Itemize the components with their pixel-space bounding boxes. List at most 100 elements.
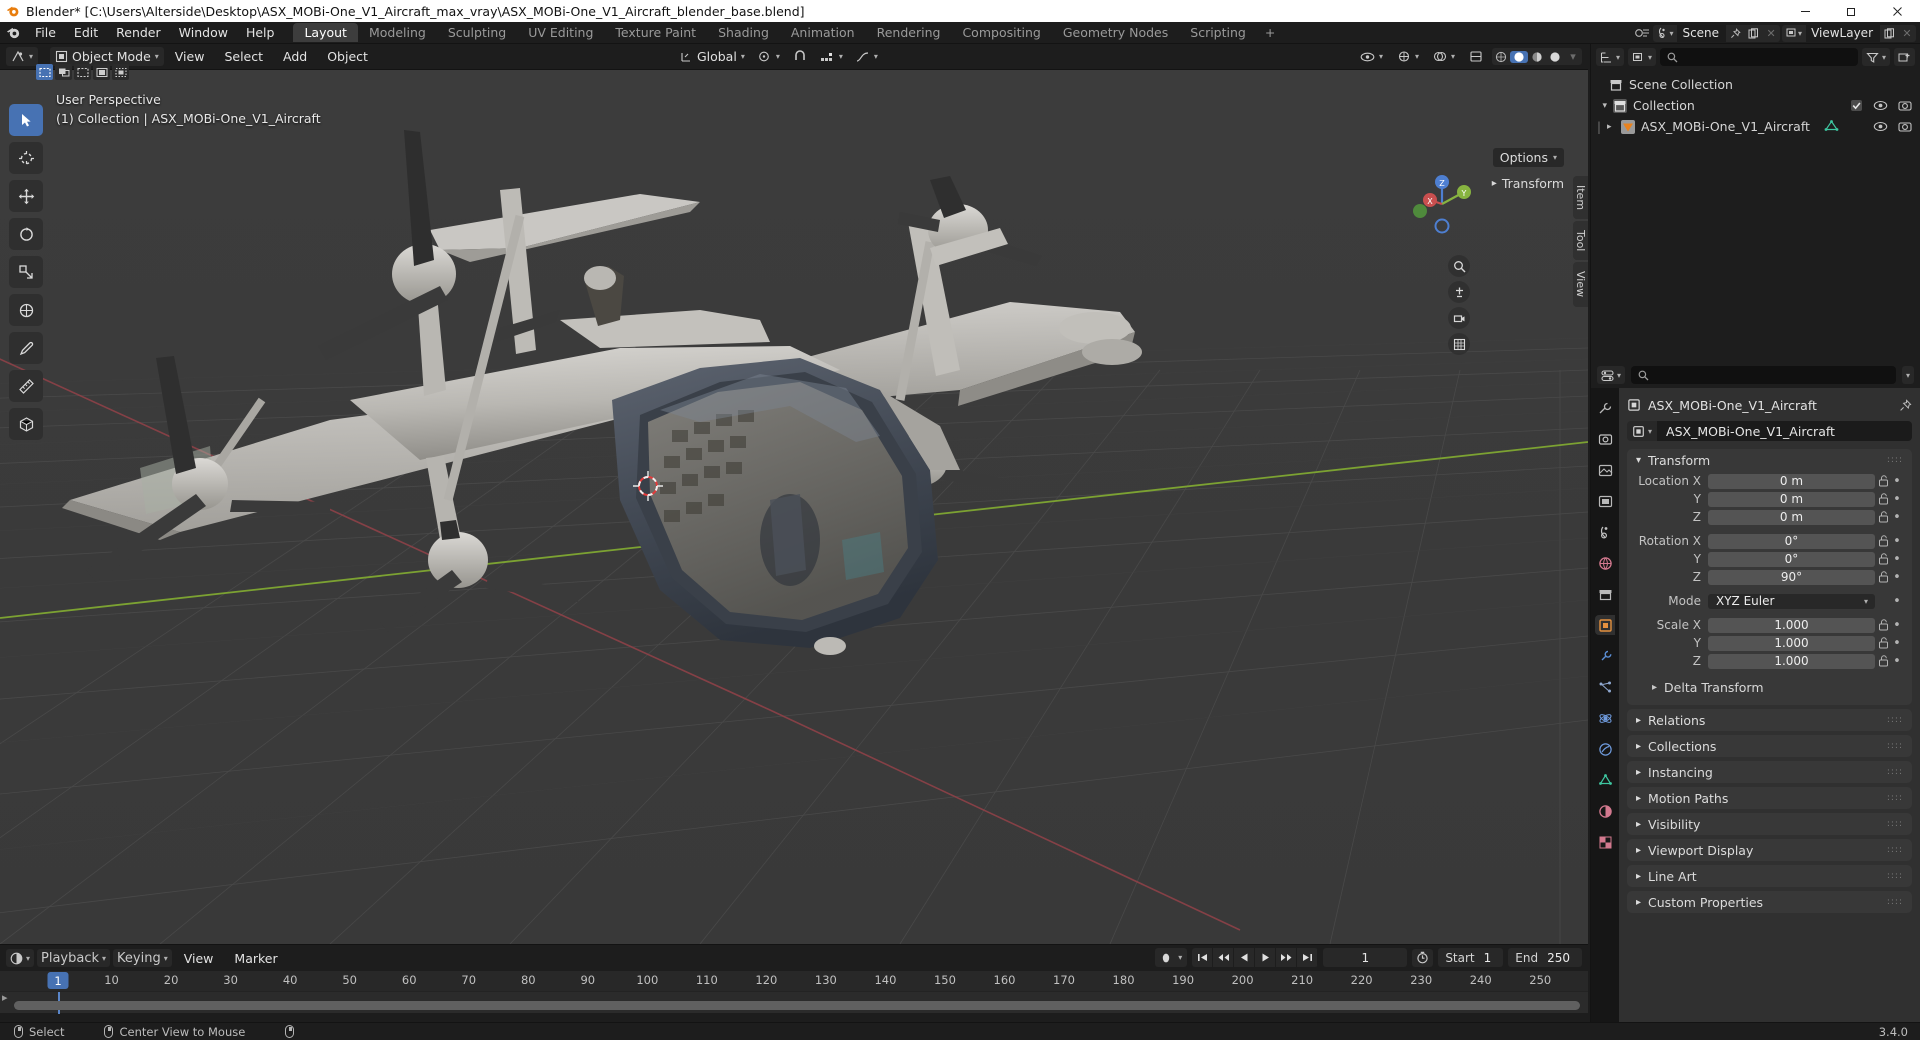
world-tab[interactable] bbox=[1595, 553, 1615, 573]
shading-rendered-icon[interactable] bbox=[1546, 51, 1564, 63]
tab-layout[interactable]: Layout bbox=[293, 23, 358, 42]
menu-file[interactable]: File bbox=[26, 22, 65, 44]
menu-window[interactable]: Window bbox=[170, 22, 237, 44]
scale-y-field[interactable]: 1.000 bbox=[1708, 635, 1875, 651]
instancing-panel[interactable]: ▸ Instancing :::: bbox=[1627, 761, 1912, 783]
object-name-field[interactable]: ASX_MOBi-One_V1_Aircraft bbox=[1657, 421, 1912, 441]
view3d-menu-add[interactable]: Add bbox=[274, 49, 316, 64]
scene-unlink-icon[interactable]: ✕ bbox=[1762, 27, 1780, 40]
transform-tool[interactable] bbox=[9, 294, 43, 326]
lock-icon[interactable] bbox=[1875, 637, 1891, 649]
snap-target-selector[interactable]: ▾ bbox=[753, 47, 785, 66]
lasso-select-icon[interactable] bbox=[93, 64, 110, 80]
outliner-row-scene-collection[interactable]: Scene Collection bbox=[1591, 74, 1920, 95]
location-x-field[interactable]: 0 m bbox=[1708, 473, 1875, 489]
visibility-panel[interactable]: ▸ Visibility :::: bbox=[1627, 813, 1912, 835]
sidebar-tab-item[interactable]: Item bbox=[1573, 176, 1588, 220]
scene-pin-icon[interactable] bbox=[1726, 27, 1744, 39]
extend-select-icon[interactable] bbox=[112, 64, 129, 80]
keying-set-selector[interactable]: ▾ bbox=[1155, 948, 1188, 967]
scene-new-icon[interactable] bbox=[1744, 27, 1762, 39]
shading-dropdown-icon[interactable]: ▾ bbox=[1564, 50, 1582, 63]
output-tab[interactable] bbox=[1595, 460, 1615, 480]
scale-tool[interactable] bbox=[9, 256, 43, 288]
annotate-tool[interactable] bbox=[9, 332, 43, 364]
relations-panel[interactable]: ▸ Relations :::: bbox=[1627, 709, 1912, 731]
outliner-row-object[interactable]: | ▸ ASX_MOBi-One_V1_Aircraft bbox=[1591, 116, 1920, 137]
shading-solid-icon[interactable] bbox=[1510, 50, 1528, 63]
scale-z-field[interactable]: 1.000 bbox=[1708, 653, 1875, 669]
custom-properties-panel[interactable]: ▸ Custom Properties :::: bbox=[1627, 891, 1912, 913]
lock-icon[interactable] bbox=[1875, 535, 1891, 547]
outliner-search-input[interactable] bbox=[1660, 48, 1858, 66]
navigation-gizmo[interactable]: Z Y X bbox=[1408, 170, 1476, 238]
modifiers-tab[interactable] bbox=[1595, 646, 1615, 666]
timeline-scrollbar[interactable] bbox=[14, 1001, 1580, 1010]
cursor-tool[interactable] bbox=[9, 142, 43, 174]
frame-end-field[interactable]: End 250 bbox=[1508, 948, 1582, 967]
timeline-menu-keying[interactable]: Keying ▾ bbox=[113, 949, 172, 967]
move-tool[interactable] bbox=[9, 180, 43, 212]
collection-tab[interactable] bbox=[1595, 584, 1615, 604]
add-workspace-button[interactable]: + bbox=[1257, 23, 1283, 42]
jump-end-icon[interactable] bbox=[1297, 948, 1319, 967]
shading-wireframe-icon[interactable] bbox=[1492, 51, 1510, 63]
data-tab[interactable] bbox=[1595, 770, 1615, 790]
viewlayer-new-icon[interactable] bbox=[1880, 27, 1898, 39]
grid-ortho-icon[interactable] bbox=[1448, 333, 1470, 355]
checkbox-icon[interactable] bbox=[1850, 99, 1863, 112]
editor-type-button[interactable]: ▾ bbox=[6, 47, 39, 66]
close-button[interactable] bbox=[1874, 0, 1920, 22]
scene-name[interactable]: Scene bbox=[1677, 24, 1727, 42]
playhead-frame-label[interactable]: 1 bbox=[47, 972, 69, 989]
shading-material-icon[interactable] bbox=[1528, 51, 1546, 63]
rotation-z-field[interactable]: 90° bbox=[1708, 569, 1875, 585]
minimize-button[interactable] bbox=[1782, 0, 1828, 22]
transform-orientation-selector[interactable]: Global ▾ bbox=[675, 47, 750, 66]
tab-modeling[interactable]: Modeling bbox=[358, 23, 437, 42]
animate-dot-icon[interactable]: • bbox=[1891, 570, 1903, 585]
tab-compositing[interactable]: Compositing bbox=[951, 23, 1051, 42]
snap-magnet-icon[interactable] bbox=[788, 47, 812, 66]
view3d-menu-view[interactable]: View bbox=[166, 49, 214, 64]
outliner-editor-type-button[interactable]: ▾ bbox=[1596, 48, 1625, 66]
overlays-toggle[interactable]: ▾ bbox=[1428, 47, 1460, 66]
animate-dot-icon[interactable]: • bbox=[1891, 618, 1903, 633]
outliner-display-mode-button[interactable]: ▾ bbox=[1628, 48, 1657, 66]
rotation-x-field[interactable]: 0° bbox=[1708, 533, 1875, 549]
timeline-ruler[interactable]: 10 20 30 40 50 60 70 80 90 100 110 120 130 140 150 160 1… bbox=[0, 971, 1588, 991]
add-cube-tool[interactable] bbox=[9, 408, 43, 440]
object-id-block[interactable]: ▾ ASX_MOBi-One_V1_Aircraft bbox=[1627, 421, 1912, 441]
viewlayer-selector[interactable]: ▾ ViewLayer ✕ bbox=[1782, 24, 1916, 42]
proportional-falloff-icon[interactable]: ▾ bbox=[851, 47, 883, 66]
lock-icon[interactable] bbox=[1875, 553, 1891, 565]
camera-render-icon[interactable] bbox=[1898, 120, 1912, 133]
viewlayer-unlink-icon[interactable]: ✕ bbox=[1898, 27, 1916, 40]
gizmo-toggle[interactable]: ▾ bbox=[1392, 47, 1424, 66]
maximize-button[interactable] bbox=[1828, 0, 1874, 22]
motion-paths-panel[interactable]: ▸ Motion Paths :::: bbox=[1627, 787, 1912, 809]
line-art-panel[interactable]: ▸ Line Art :::: bbox=[1627, 865, 1912, 887]
timeline-menu-view[interactable]: View bbox=[175, 951, 223, 966]
delta-transform-subpanel[interactable]: ▸ Delta Transform bbox=[1636, 677, 1903, 697]
view3d-menu-object[interactable]: Object bbox=[318, 49, 377, 64]
jump-start-icon[interactable] bbox=[1192, 948, 1214, 967]
menu-render[interactable]: Render bbox=[107, 22, 170, 44]
tweak-select-icon[interactable] bbox=[36, 64, 53, 80]
tab-texture-paint[interactable]: Texture Paint bbox=[604, 23, 707, 42]
timeline-track[interactable] bbox=[0, 991, 1588, 1014]
lock-icon[interactable] bbox=[1875, 619, 1891, 631]
eye-icon[interactable] bbox=[1873, 120, 1888, 133]
outliner-filter-button[interactable]: ▾ bbox=[1861, 48, 1890, 66]
play-icon[interactable] bbox=[1255, 948, 1277, 967]
shading-mode-group[interactable]: ▾ bbox=[1492, 48, 1582, 65]
lock-icon[interactable] bbox=[1875, 493, 1891, 505]
blender-menu-icon[interactable] bbox=[0, 25, 26, 40]
eye-icon[interactable] bbox=[1873, 99, 1888, 112]
camera-render-icon[interactable] bbox=[1898, 99, 1912, 112]
menu-edit[interactable]: Edit bbox=[65, 22, 107, 44]
proportional-edit-icon[interactable]: ▾ bbox=[815, 47, 848, 66]
circle-select-icon[interactable] bbox=[74, 64, 91, 80]
properties-editor-type-button[interactable]: ▾ bbox=[1597, 366, 1626, 384]
prev-keyframe-icon[interactable] bbox=[1213, 948, 1235, 967]
